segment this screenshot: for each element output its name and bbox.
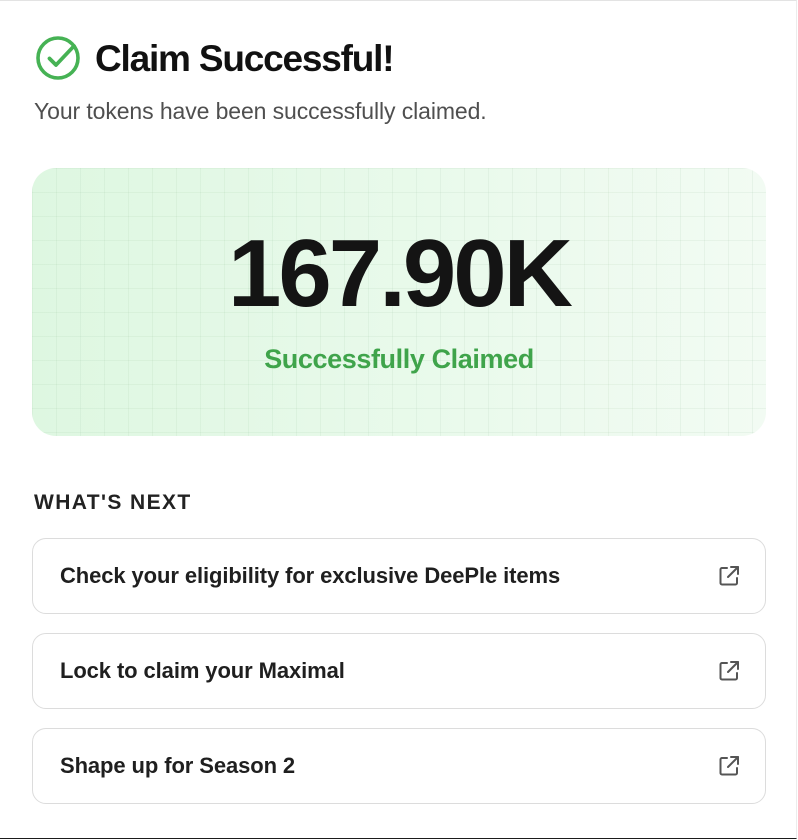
page-title: Claim Successful! — [95, 37, 395, 79]
header: Claim Successful! — [34, 34, 395, 82]
page-subtitle: Your tokens have been successfully claim… — [34, 98, 487, 124]
next-item-label: Check your eligibility for exclusive Dee… — [60, 563, 561, 588]
claimed-amount: 167.90K — [228, 220, 573, 327]
next-item-label: Lock to claim your Maximal — [60, 658, 345, 683]
next-item-label: Shape up for Season 2 — [60, 753, 296, 778]
external-link-icon — [717, 754, 741, 778]
next-item-lock-maximal[interactable]: Lock to claim your Maximal — [32, 633, 766, 709]
check-circle-icon — [34, 34, 82, 82]
external-link-icon — [717, 659, 741, 683]
next-item-eligibility[interactable]: Check your eligibility for exclusive Dee… — [32, 538, 766, 614]
next-item-season-2[interactable]: Shape up for Season 2 — [32, 728, 766, 804]
external-link-icon — [717, 564, 741, 588]
whats-next-list: Check your eligibility for exclusive Dee… — [32, 538, 766, 823]
whats-next-heading: WHAT'S NEXT — [34, 491, 192, 514]
claim-status: Successfully Claimed — [264, 344, 534, 374]
claim-summary-card: 167.90K Successfully Claimed — [32, 168, 766, 436]
